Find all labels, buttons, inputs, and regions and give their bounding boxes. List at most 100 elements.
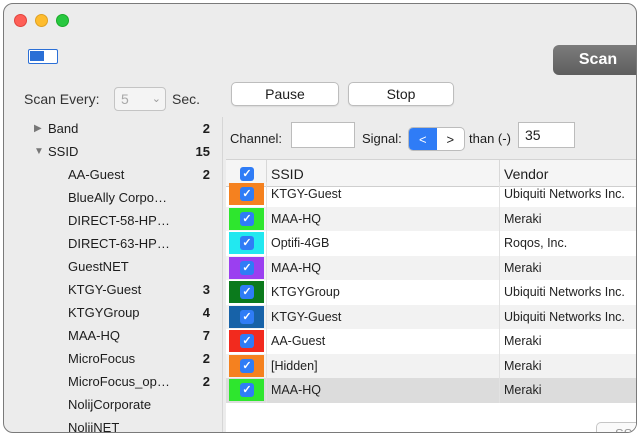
row-checkbox[interactable]: ✓ xyxy=(240,334,254,348)
vendor-cell: Meraki xyxy=(504,211,542,226)
tree-item[interactable]: NolijNET xyxy=(68,416,210,433)
tree-item[interactable]: AA-Guest 2 xyxy=(68,163,210,186)
row-checkbox[interactable]: ✓ xyxy=(240,358,254,373)
vendor-cell: Meraki xyxy=(504,383,542,397)
tree-item[interactable]: ▶ Band 2 xyxy=(34,117,210,140)
tree-item[interactable]: MAA-HQ 7 xyxy=(68,324,210,347)
ssid-cell: KTGY-Guest xyxy=(271,187,342,201)
tree-item[interactable]: ▼ SSID 15 xyxy=(34,140,210,163)
table-row[interactable]: ✓ [Hidden] Meraki xyxy=(226,353,636,378)
tree-item-label: MicroFocus_op… xyxy=(68,374,170,389)
scan-interval-value: 5 xyxy=(121,91,129,107)
signal-greater-button[interactable]: > xyxy=(437,128,465,150)
signal-less-button[interactable]: < xyxy=(409,128,437,150)
minimize-window-button[interactable] xyxy=(35,14,48,27)
tree-item-count: 3 xyxy=(202,282,210,297)
signal-threshold-input[interactable]: 35 xyxy=(518,122,575,148)
ssid-cell: AA-Guest xyxy=(271,334,326,348)
table-row[interactable]: ✓ KTGYGroup Ubiquiti Networks Inc. xyxy=(226,280,636,305)
tree-item[interactable]: KTGY-Guest 3 xyxy=(68,278,210,301)
color-swatch: ✓ xyxy=(229,305,264,328)
column-header-vendor[interactable]: Vendor xyxy=(504,166,548,182)
pane-divider[interactable] xyxy=(222,117,223,432)
table-row[interactable]: ✓ KTGY-Guest Ubiquiti Networks Inc. xyxy=(226,182,636,207)
channel-input[interactable] xyxy=(291,122,355,148)
color-swatch: ✓ xyxy=(229,232,264,254)
signal-direction-toggle[interactable]: < > xyxy=(408,127,465,151)
tree-item-count: 2 xyxy=(202,121,210,136)
chevron-down-icon: ⌄ xyxy=(151,93,161,105)
vendor-cell: Meraki xyxy=(504,358,542,373)
window-controls xyxy=(14,14,69,27)
vendor-cell: Ubiquiti Networks Inc. xyxy=(504,187,625,201)
tree-item[interactable]: GuestNET xyxy=(68,255,210,278)
disclosure-closed-icon[interactable]: ▶ xyxy=(34,123,48,134)
color-swatch: ✓ xyxy=(229,330,264,352)
tree-item[interactable]: NolijCorporate xyxy=(68,393,210,416)
color-swatch: ✓ xyxy=(229,354,264,377)
tree-item-label: SSID xyxy=(48,144,79,159)
column-header-ssid[interactable]: SSID xyxy=(271,166,304,182)
ssid-cell: MAA-HQ xyxy=(271,383,321,397)
tree-item[interactable]: MicroFocus_op… 2 xyxy=(68,370,210,393)
ssid-button[interactable]: SSI xyxy=(596,422,636,432)
tree-item[interactable]: KTGYGroup 4 xyxy=(68,301,210,324)
tree-item[interactable]: DIRECT-63-HP… xyxy=(68,232,210,255)
row-checkbox[interactable]: ✓ xyxy=(240,187,254,201)
tree-item-label: GuestNET xyxy=(68,259,129,274)
stop-button[interactable]: Stop xyxy=(348,82,454,106)
vendor-cell: Roqos, Inc. xyxy=(504,236,568,250)
row-checkbox[interactable]: ✓ xyxy=(240,236,254,250)
disclosure-open-icon[interactable]: ▼ xyxy=(34,146,48,157)
tree-item-count: 7 xyxy=(202,328,210,343)
ssid-cell: [Hidden] xyxy=(271,358,318,373)
row-checkbox[interactable]: ✓ xyxy=(240,211,254,226)
tree-item[interactable]: BlueAlly Corpo… xyxy=(68,186,210,209)
scan-every-label: Scan Every: xyxy=(24,91,100,107)
row-checkbox[interactable]: ✓ xyxy=(240,260,254,275)
color-swatch: ✓ xyxy=(229,256,264,279)
sidebar-toggle-icon[interactable] xyxy=(28,49,58,64)
table-row[interactable]: ✓ MAA-HQ Meraki xyxy=(226,206,636,231)
network-table: ✓ SSID Vendor ✓ KTGY-Guest Ubiquiti Networ… xyxy=(226,159,636,432)
row-checkbox[interactable]: ✓ xyxy=(240,309,254,324)
tree-item-label: KTGY-Guest xyxy=(68,282,142,297)
tree-item-label: KTGYGroup xyxy=(68,305,140,320)
select-all-checkbox[interactable]: ✓ xyxy=(240,167,254,181)
ssid-cell: KTGY-Guest xyxy=(271,309,342,324)
tree-item[interactable]: DIRECT-58-HP… xyxy=(68,209,210,232)
ssid-cell: MAA-HQ xyxy=(271,211,321,226)
table-row[interactable]: ✓ AA-Guest Meraki xyxy=(226,329,636,354)
tree-item-label: MicroFocus xyxy=(68,351,136,366)
tree-item-label: DIRECT-63-HP… xyxy=(68,236,170,251)
scan-interval-select[interactable]: 5 ⌄ xyxy=(114,87,166,111)
color-swatch: ✓ xyxy=(229,379,264,401)
table-row[interactable]: ✓ MAA-HQ Meraki xyxy=(226,378,636,403)
tree-item-count: 2 xyxy=(202,167,210,182)
tree-item-label: BlueAlly Corpo… xyxy=(68,190,167,205)
ssid-cell: MAA-HQ xyxy=(271,260,321,275)
tree-item-count: 4 xyxy=(202,305,210,320)
zoom-window-button[interactable] xyxy=(56,14,69,27)
tree-item-label: MAA-HQ xyxy=(68,328,120,343)
row-checkbox[interactable]: ✓ xyxy=(240,285,254,299)
table-row[interactable]: ✓ KTGY-Guest Ubiquiti Networks Inc. xyxy=(226,304,636,329)
app-window: Scan Scan Every: 5 ⌄ Sec. Pause Stop ▶ Ba… xyxy=(3,3,637,433)
tree-item-count: 2 xyxy=(202,351,210,366)
color-swatch: ✓ xyxy=(229,183,264,205)
vendor-cell: Meraki xyxy=(504,260,542,275)
close-window-button[interactable] xyxy=(14,14,27,27)
tree-item-label: DIRECT-58-HP… xyxy=(68,213,170,228)
vendor-cell: Ubiquiti Networks Inc. xyxy=(504,285,625,299)
ssid-cell: KTGYGroup xyxy=(271,285,340,299)
tree-item[interactable]: MicroFocus 2 xyxy=(68,347,210,370)
tree-item-label: NolijCorporate xyxy=(68,397,152,412)
pause-button[interactable]: Pause xyxy=(231,82,339,106)
row-checkbox[interactable]: ✓ xyxy=(240,383,254,397)
scan-button[interactable]: Scan xyxy=(553,45,636,75)
signal-label: Signal: xyxy=(362,131,402,146)
table-row[interactable]: ✓ MAA-HQ Meraki xyxy=(226,255,636,280)
tree-item-label: NolijNET xyxy=(68,420,120,433)
table-row[interactable]: ✓ Optifi-4GB Roqos, Inc. xyxy=(226,231,636,256)
channel-label: Channel: xyxy=(230,131,283,146)
